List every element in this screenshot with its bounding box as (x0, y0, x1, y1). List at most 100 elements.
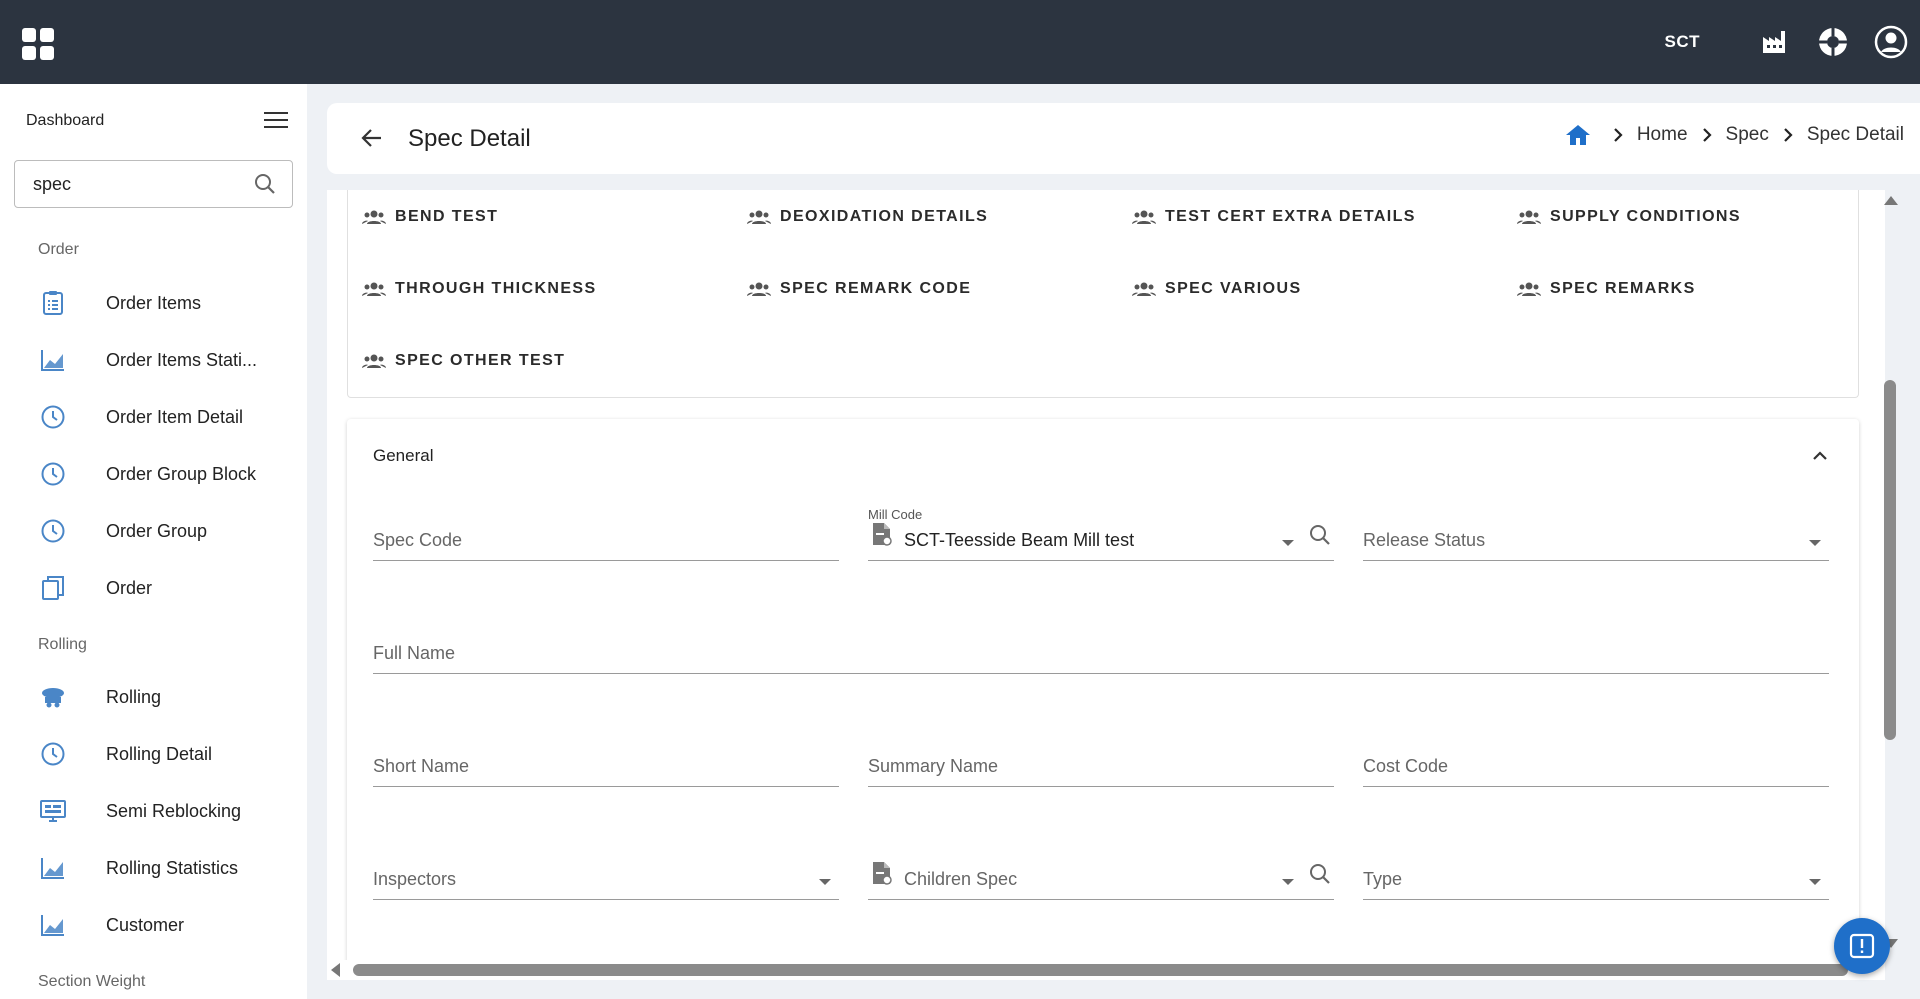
top-app-bar: SCT (0, 0, 1920, 84)
short-name-field[interactable]: Short Name (373, 727, 839, 787)
chevron-right-icon (1783, 127, 1793, 143)
scroll-left-arrow[interactable] (331, 963, 340, 977)
feedback-icon (1849, 933, 1875, 959)
sidebar-item-label: Rolling Statistics (106, 857, 239, 878)
search-input[interactable] (15, 173, 235, 195)
chevron-down-icon[interactable] (1282, 879, 1294, 885)
sidebar-item-rolling[interactable]: Rolling (0, 672, 307, 722)
scroll-up-arrow[interactable] (1884, 196, 1898, 205)
link-through-thickness[interactable]: THROUGH THICKNESS (362, 280, 597, 298)
sidebar-item-order-item-detail[interactable]: Order Item Detail (0, 392, 307, 442)
clipboard-list-icon (39, 289, 67, 317)
apps-icon[interactable] (22, 28, 54, 60)
clock-icon (39, 517, 67, 545)
sidebar-item-order-items-statistics[interactable]: Order Items Stati... (0, 335, 307, 385)
children-spec-field[interactable]: Children Spec (868, 840, 1334, 900)
link-spec-remarks[interactable]: SPEC REMARKS (1517, 280, 1696, 298)
chevron-right-icon (1702, 127, 1712, 143)
group-icon (362, 353, 386, 369)
document-icon (870, 521, 894, 552)
sidebar-title: Dashboard (26, 112, 105, 129)
account-icon[interactable] (1874, 25, 1908, 59)
feedback-button[interactable] (1834, 918, 1890, 974)
sidebar-item-order[interactable]: Order (0, 563, 307, 613)
chevron-down-icon[interactable] (1282, 540, 1294, 546)
breadcrumb-home[interactable]: Home (1637, 124, 1688, 146)
general-section: General Spec Code Mill Code SCT-Teesside… (347, 419, 1859, 960)
sidebar-item-label: Order Items (106, 292, 202, 313)
link-spec-other-test[interactable]: SPEC OTHER TEST (362, 352, 565, 370)
clock-icon (39, 403, 67, 431)
sidebar-section-rolling: Rolling (38, 636, 87, 653)
sidebar-item-label: Semi Reblocking (106, 800, 242, 821)
search-icon[interactable] (1308, 862, 1332, 891)
sidebar-section-section-weight: Section Weight (38, 973, 146, 990)
sidebar-item-label: Rolling (106, 686, 162, 707)
sidebar-item-label: Order Item Detail (106, 406, 244, 427)
search-icon[interactable] (1308, 523, 1332, 552)
sidebar-section-order: Order (38, 241, 79, 258)
sidebar-item-label: Rolling Detail (106, 743, 213, 764)
chevron-up-icon[interactable] (1809, 445, 1831, 467)
clipboard-copy-icon (39, 574, 67, 602)
clock-icon (39, 460, 67, 488)
clock-icon (39, 740, 67, 768)
group-icon (1132, 209, 1156, 225)
link-supply-conditions[interactable]: SUPPLY CONDITIONS (1517, 208, 1741, 226)
top-bar-actions: SCT (1665, 0, 1909, 84)
back-arrow-icon[interactable] (357, 123, 387, 153)
mill-code-field[interactable]: Mill Code SCT-Teesside Beam Mill test (868, 501, 1334, 561)
link-spec-various[interactable]: SPEC VARIOUS (1132, 280, 1302, 298)
group-icon (747, 281, 771, 297)
rolling-icon (39, 683, 67, 711)
page-title: Spec Detail (408, 125, 531, 152)
sidebar-item-label: Order Group (106, 520, 208, 541)
sidebar-search (14, 160, 293, 208)
chart-line-icon (39, 854, 67, 882)
cost-code-field[interactable]: Cost Code (1363, 727, 1829, 787)
chevron-down-icon (1809, 879, 1821, 885)
spec-code-field[interactable]: Spec Code (373, 501, 839, 561)
chart-line-icon (39, 911, 67, 939)
vertical-scroll-thumb[interactable] (1884, 380, 1896, 740)
group-icon (747, 209, 771, 225)
org-label: SCT (1664, 32, 1700, 51)
vertical-scrollbar[interactable] (1880, 190, 1900, 960)
factory-icon[interactable] (1758, 25, 1792, 59)
menu-icon[interactable] (264, 112, 288, 130)
horizontal-scroll-thumb[interactable] (353, 964, 1848, 976)
sidebar-item-rolling-statistics[interactable]: Rolling Statistics (0, 843, 307, 893)
search-icon[interactable] (254, 173, 276, 200)
breadcrumb-spec[interactable]: Spec (1726, 124, 1769, 146)
sidebar-item-order-items[interactable]: Order Items (0, 278, 307, 328)
sidebar-item-customer[interactable]: Customer (0, 900, 307, 950)
chart-line-icon (39, 346, 67, 374)
section-title: General (373, 446, 434, 465)
sidebar-item-label: Order Group Block (106, 463, 257, 484)
sidebar-item-label: Order (106, 577, 153, 598)
group-icon (1517, 209, 1541, 225)
summary-name-field[interactable]: Summary Name (868, 727, 1334, 787)
sidebar-item-order-group-block[interactable]: Order Group Block (0, 449, 307, 499)
group-icon (1517, 281, 1541, 297)
link-bend-test[interactable]: BEND TEST (362, 208, 498, 226)
full-name-field[interactable]: Full Name (373, 614, 1829, 674)
breadcrumb: Home Spec Spec Detail (1565, 123, 1904, 147)
home-icon[interactable] (1565, 123, 1591, 147)
group-icon (1132, 281, 1156, 297)
sidebar-item-semi-reblocking[interactable]: Semi Reblocking (0, 786, 307, 836)
sidebar-item-order-group[interactable]: Order Group (0, 506, 307, 556)
sidebar-item-rolling-detail[interactable]: Rolling Detail (0, 729, 307, 779)
type-select[interactable]: Type (1363, 840, 1829, 900)
release-status-select[interactable]: Release Status (1363, 501, 1829, 561)
support-icon[interactable] (1816, 25, 1850, 59)
link-spec-remark-code[interactable]: SPEC REMARK CODE (747, 280, 971, 298)
monitor-icon (39, 797, 67, 825)
main-content: BEND TEST DEOXIDATION DETAILS TEST CERT … (327, 190, 1885, 960)
link-test-cert-extra-details[interactable]: TEST CERT EXTRA DETAILS (1132, 208, 1416, 226)
inspectors-select[interactable]: Inspectors (373, 840, 839, 900)
link-deoxidation-details[interactable]: DEOXIDATION DETAILS (747, 208, 988, 226)
page-header: Spec Detail Home Spec Spec Detail (327, 103, 1920, 174)
horizontal-scrollbar[interactable] (327, 960, 1885, 980)
sidebar-item-label: Customer (106, 914, 185, 935)
